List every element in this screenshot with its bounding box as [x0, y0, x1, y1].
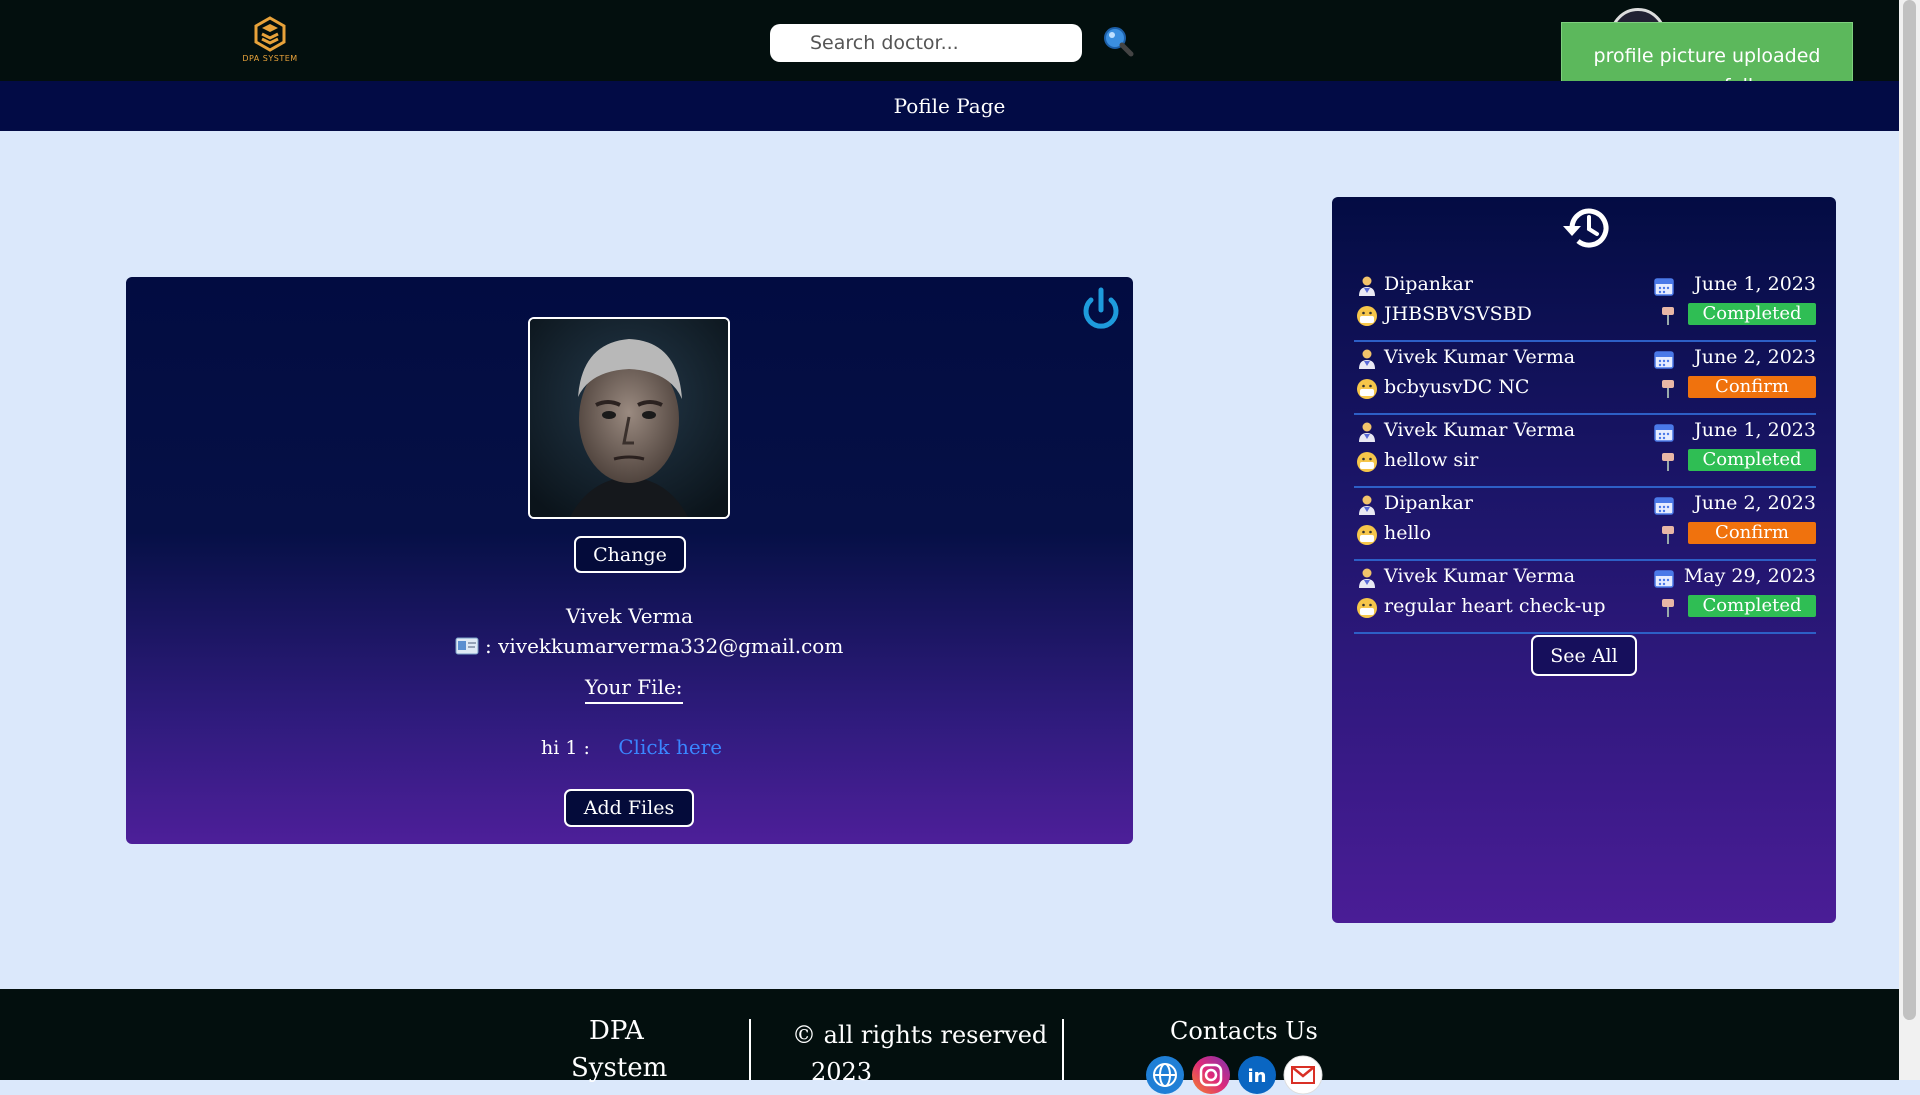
appointment-message: hello: [1384, 522, 1432, 544]
appointment-item[interactable]: Vivek Kumar Verma June 2, 2023 bcbyusvDC N…: [1354, 342, 1816, 415]
change-photo-label: Change: [593, 543, 667, 566]
appointment-status-badge: Confirm: [1688, 522, 1816, 544]
app-logo[interactable]: DPA SYSTEM: [232, 16, 308, 63]
search-icon[interactable]: [1100, 24, 1136, 60]
appointment-person: Vivek Kumar Verma: [1384, 419, 1576, 441]
appointment-row-top: Vivek Kumar Verma June 2, 2023: [1354, 346, 1816, 374]
calendar-icon: [1654, 497, 1674, 515]
search-doctor-input[interactable]: [770, 24, 1082, 62]
appointment-status-badge: Completed: [1688, 595, 1816, 617]
pushpin-icon: [1662, 526, 1674, 544]
person-icon: [1359, 568, 1375, 588]
globe-icon[interactable]: [1145, 1055, 1185, 1095]
appointment-date: May 29, 2023: [1683, 565, 1816, 587]
face-mask-icon: [1357, 598, 1377, 618]
footer-brand-line1: DPA: [589, 1016, 644, 1046]
person-icon: [1359, 422, 1375, 442]
appointment-message: hellow sir: [1384, 449, 1479, 471]
person-icon: [1359, 276, 1375, 296]
profile-photo: [528, 317, 730, 519]
profile-portrait-image: [530, 319, 728, 517]
footer-rights-line1: © all rights reserved: [792, 1021, 1048, 1049]
pushpin-icon: [1662, 307, 1674, 325]
file-item: hi 1 : Click here: [541, 735, 722, 759]
appointment-person: Vivek Kumar Verma: [1384, 565, 1576, 587]
appointment-status-badge: Confirm: [1688, 376, 1816, 398]
appointment-status-badge: Completed: [1688, 303, 1816, 325]
svg-text:in: in: [1248, 1066, 1267, 1087]
profile-name: Vivek Verma: [566, 604, 693, 628]
file-name: hi 1 :: [541, 737, 590, 759]
your-files-label: Your File:: [585, 675, 683, 699]
linkedin-icon[interactable]: in: [1237, 1055, 1277, 1095]
add-files-button[interactable]: Add Files: [564, 789, 694, 827]
appointment-row-bottom: regular heart check-up Completed: [1354, 595, 1816, 623]
profile-email: : vivekkumarverma332@gmail.com: [485, 634, 844, 658]
appointment-message: JHBSBVSVSBD: [1384, 303, 1532, 325]
appointment-person: Dipankar: [1384, 492, 1473, 514]
scrollbar-thumb[interactable]: [1903, 0, 1916, 1020]
footer-brand-line2: System: [571, 1053, 668, 1083]
gmail-icon[interactable]: [1283, 1055, 1323, 1095]
appointment-status-badge: Completed: [1688, 449, 1816, 471]
profile-email-row: : vivekkumarverma332@gmail.com: [455, 634, 843, 658]
person-icon: [1359, 495, 1375, 515]
instagram-icon[interactable]: [1191, 1055, 1231, 1095]
footer-contacts-heading: Contacts Us: [1170, 1017, 1318, 1045]
appointment-date: June 1, 2023: [1694, 419, 1816, 441]
face-mask-icon: [1357, 306, 1377, 326]
appointment-row-top: Dipankar June 2, 2023: [1354, 492, 1816, 520]
appointment-person: Vivek Kumar Verma: [1384, 346, 1576, 368]
pushpin-icon: [1662, 599, 1674, 617]
appointment-date: June 1, 2023: [1694, 273, 1816, 295]
appointment-date: June 2, 2023: [1694, 492, 1816, 514]
footer-divider-2: [1062, 1019, 1064, 1080]
appointment-person: Dipankar: [1384, 273, 1473, 295]
footer-divider-1: [749, 1019, 751, 1080]
appointment-item[interactable]: Vivek Kumar Verma May 29, 2023 regular hea…: [1354, 561, 1816, 634]
appointment-row-bottom: hellow sir Completed: [1354, 449, 1816, 477]
logo-text: DPA SYSTEM: [242, 54, 298, 63]
appointment-row-bottom: hello Confirm: [1354, 522, 1816, 550]
appointment-row-top: Vivek Kumar Verma June 1, 2023: [1354, 419, 1816, 447]
appointment-date: June 2, 2023: [1694, 346, 1816, 368]
pushpin-icon: [1662, 380, 1674, 398]
appointment-item[interactable]: Dipankar June 1, 2023 JHBSBVSVSBD Completed: [1354, 269, 1816, 342]
appointment-message: regular heart check-up: [1384, 595, 1606, 617]
calendar-icon: [1654, 424, 1674, 442]
calendar-icon: [1654, 351, 1674, 369]
add-files-label: Add Files: [583, 797, 675, 819]
face-mask-icon: [1357, 452, 1377, 472]
page-title-bar: Pofile Page: [0, 81, 1899, 131]
appointment-item[interactable]: Dipankar June 2, 2023 hello Confirm: [1354, 488, 1816, 561]
calendar-icon: [1654, 278, 1674, 296]
see-all-button[interactable]: See All: [1531, 635, 1637, 676]
appointment-row-top: Dipankar June 1, 2023: [1354, 273, 1816, 301]
pushpin-icon: [1662, 453, 1674, 471]
person-icon: [1359, 349, 1375, 369]
face-mask-icon: [1357, 379, 1377, 399]
appointment-item[interactable]: Vivek Kumar Verma June 1, 2023 hellow sir C…: [1354, 415, 1816, 488]
file-open-link[interactable]: Click here: [618, 735, 722, 759]
calendar-icon: [1654, 570, 1674, 588]
appointment-row-bottom: bcbyusvDC NC Confirm: [1354, 376, 1816, 404]
footer-rights-line2: 2023: [811, 1058, 873, 1086]
appointment-row-bottom: JHBSBVSVSBD Completed: [1354, 303, 1816, 331]
change-photo-button[interactable]: Change: [574, 536, 686, 573]
appointment-message: bcbyusvDC NC: [1384, 376, 1530, 398]
appointment-row-top: Vivek Kumar Verma May 29, 2023: [1354, 565, 1816, 593]
email-card-icon: [455, 637, 479, 655]
page-title: Pofile Page: [893, 94, 1006, 118]
face-mask-icon: [1357, 525, 1377, 545]
dpa-logo-icon: [254, 16, 286, 52]
see-all-label: See All: [1550, 644, 1618, 667]
your-files-heading: Your File:: [585, 675, 683, 704]
logout-power-icon[interactable]: [1080, 287, 1122, 333]
history-icon: [1563, 208, 1609, 248]
